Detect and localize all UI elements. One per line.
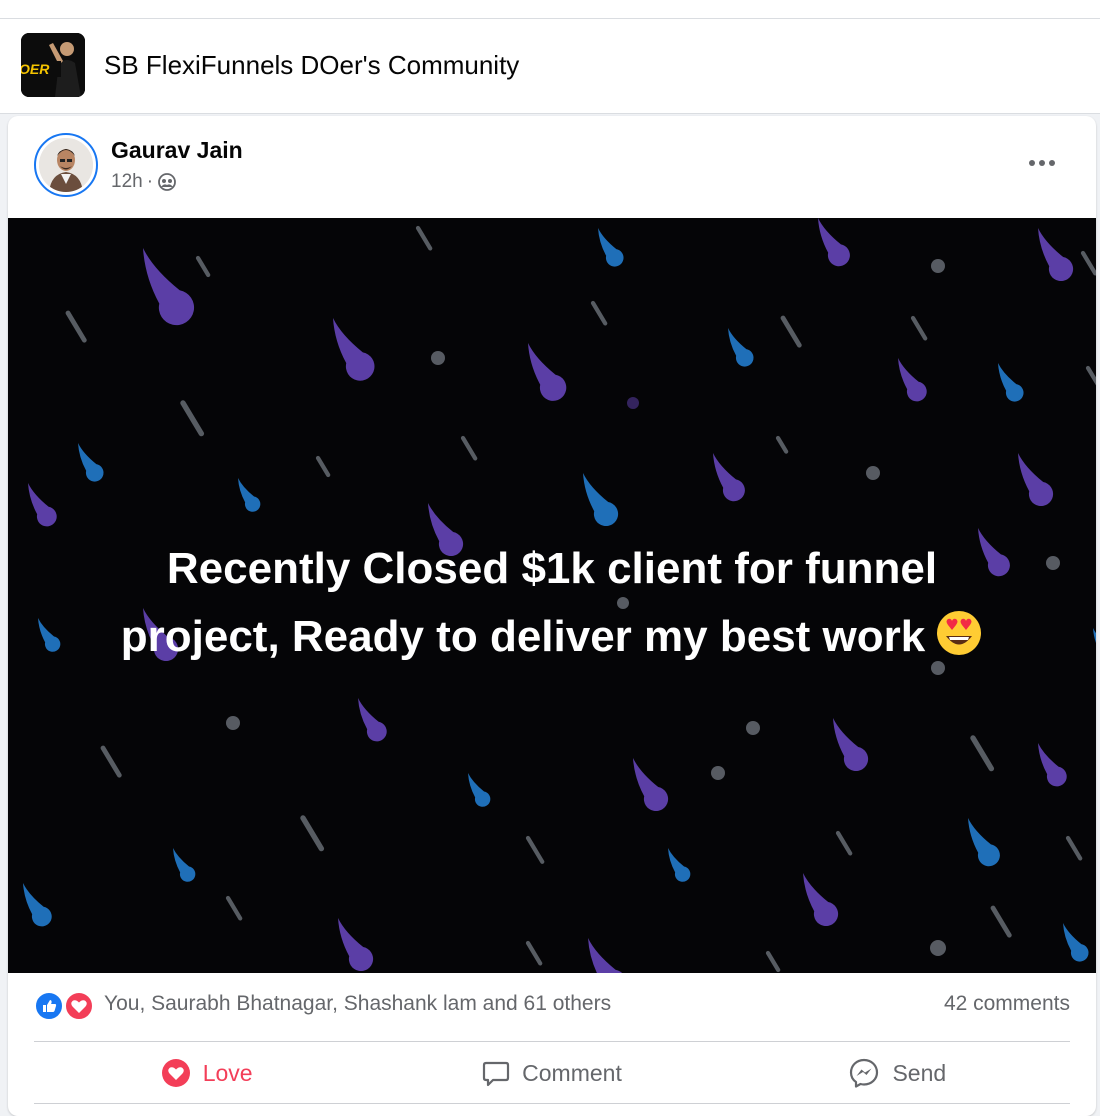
raindrop <box>583 473 619 526</box>
like-reaction-icon <box>34 991 64 1021</box>
raindrop <box>1085 365 1096 386</box>
more-options-icon <box>1029 160 1055 166</box>
raindrop <box>28 483 57 527</box>
reactions-divider <box>34 1041 1070 1042</box>
author-avatar[interactable] <box>34 133 98 197</box>
raindrop <box>803 873 839 926</box>
raindrop <box>460 435 478 461</box>
raindrop <box>1018 453 1054 506</box>
raindrop <box>173 848 196 882</box>
raindrop <box>780 315 802 348</box>
bottom-divider <box>34 1103 1070 1104</box>
raindrop <box>338 918 374 971</box>
post-text-line-2-wrap: project, Ready to deliver my best work <box>48 602 1056 670</box>
comment-label: Comment <box>522 1059 622 1086</box>
raindrop <box>713 453 745 502</box>
raindrop <box>711 766 725 780</box>
raindrop <box>866 466 880 480</box>
love-icon <box>161 1059 190 1087</box>
love-reaction-icon <box>64 991 94 1021</box>
raindrop <box>590 300 608 326</box>
reaction-icons[interactable] <box>34 991 96 1021</box>
raindrop <box>415 225 433 251</box>
meta-separator: · <box>146 171 154 192</box>
raindrop <box>468 773 491 807</box>
raindrop <box>765 950 781 973</box>
comments-count[interactable]: 42 comments <box>944 992 1070 1016</box>
raindrop <box>238 478 261 512</box>
reactions-row: You, Saurabh Bhatnagar, Shashank lam and… <box>34 989 1070 1023</box>
more-options-button[interactable] <box>1020 146 1064 180</box>
raindrop <box>525 835 545 864</box>
raindrop <box>835 830 853 856</box>
comment-icon <box>483 1061 510 1087</box>
raindrop <box>225 895 243 921</box>
raindrop <box>180 400 205 437</box>
raindrop <box>833 718 869 771</box>
raindrop <box>1038 228 1074 281</box>
action-bar: Love Comment Send <box>34 1044 1070 1102</box>
raindrop <box>931 259 945 273</box>
raindrop <box>358 698 387 742</box>
raindrop <box>300 815 325 852</box>
love-label: Love <box>202 1059 253 1086</box>
raindrop <box>968 818 1000 867</box>
raindrop <box>1038 743 1067 787</box>
author-name[interactable]: Gaurav Jain <box>111 137 243 164</box>
raindrop <box>1093 628 1096 662</box>
raindrop <box>598 228 624 267</box>
author-photo <box>39 138 93 192</box>
raindrop <box>1063 923 1089 962</box>
raindrop <box>627 397 639 409</box>
raindrop <box>1080 250 1096 276</box>
smiling-face-with-heart-eyes-icon <box>937 611 982 656</box>
post-meta: 12h · <box>111 171 177 193</box>
group-avatar-image: OER <box>21 33 85 97</box>
group-header: OER SB FlexiFunnels DOer's Community <box>0 19 1100 114</box>
post-text-line-2: project, Ready to deliver my best work <box>120 612 926 662</box>
raindrop <box>728 328 754 367</box>
raindrop <box>195 255 211 278</box>
raindrop <box>930 940 946 956</box>
raindrop <box>525 940 543 966</box>
raindrop <box>315 455 331 478</box>
raindrop <box>633 758 669 811</box>
raindrop <box>23 883 52 927</box>
raindrop <box>990 905 1012 938</box>
raindrop <box>998 363 1024 402</box>
raindrop <box>431 351 445 365</box>
reactors-text[interactable]: You, Saurabh Bhatnagar, Shashank lam and… <box>104 992 611 1016</box>
svg-text:OER: OER <box>21 61 50 77</box>
raindrop <box>1065 835 1083 861</box>
raindrop <box>78 443 104 482</box>
raindrop <box>775 435 789 454</box>
raindrop <box>910 315 928 341</box>
raindrop <box>818 218 850 267</box>
post-background-image[interactable]: Recently Closed $1k client for funnel pr… <box>8 218 1096 973</box>
raindrop <box>143 248 195 326</box>
raindrop <box>65 310 87 343</box>
raindrop <box>898 358 927 402</box>
send-button[interactable]: Send <box>725 1044 1070 1102</box>
raindrop <box>746 721 760 735</box>
raindrop <box>528 343 567 401</box>
raindrop <box>668 848 691 882</box>
raindrop <box>588 938 627 973</box>
messenger-icon <box>850 1058 879 1088</box>
group-audience-icon <box>158 173 176 191</box>
send-label: Send <box>892 1059 947 1086</box>
post-time[interactable]: 12h <box>111 171 143 193</box>
raindrop <box>100 745 122 778</box>
post-text: Recently Closed $1k client for funnel pr… <box>48 536 1056 670</box>
comment-button[interactable]: Comment <box>379 1044 724 1102</box>
love-button[interactable]: Love <box>34 1044 379 1102</box>
raindrop <box>333 318 375 381</box>
top-strip <box>0 0 1100 19</box>
group-name[interactable]: SB FlexiFunnels DOer's Community <box>104 50 519 81</box>
raindrop <box>226 716 240 730</box>
post-card: Gaurav Jain 12h · Recently Closed $1k cl… <box>8 116 1096 1116</box>
post-text-line-1: Recently Closed $1k client for funnel <box>166 544 938 593</box>
group-avatar[interactable]: OER <box>21 33 85 97</box>
raindrop <box>970 735 995 772</box>
